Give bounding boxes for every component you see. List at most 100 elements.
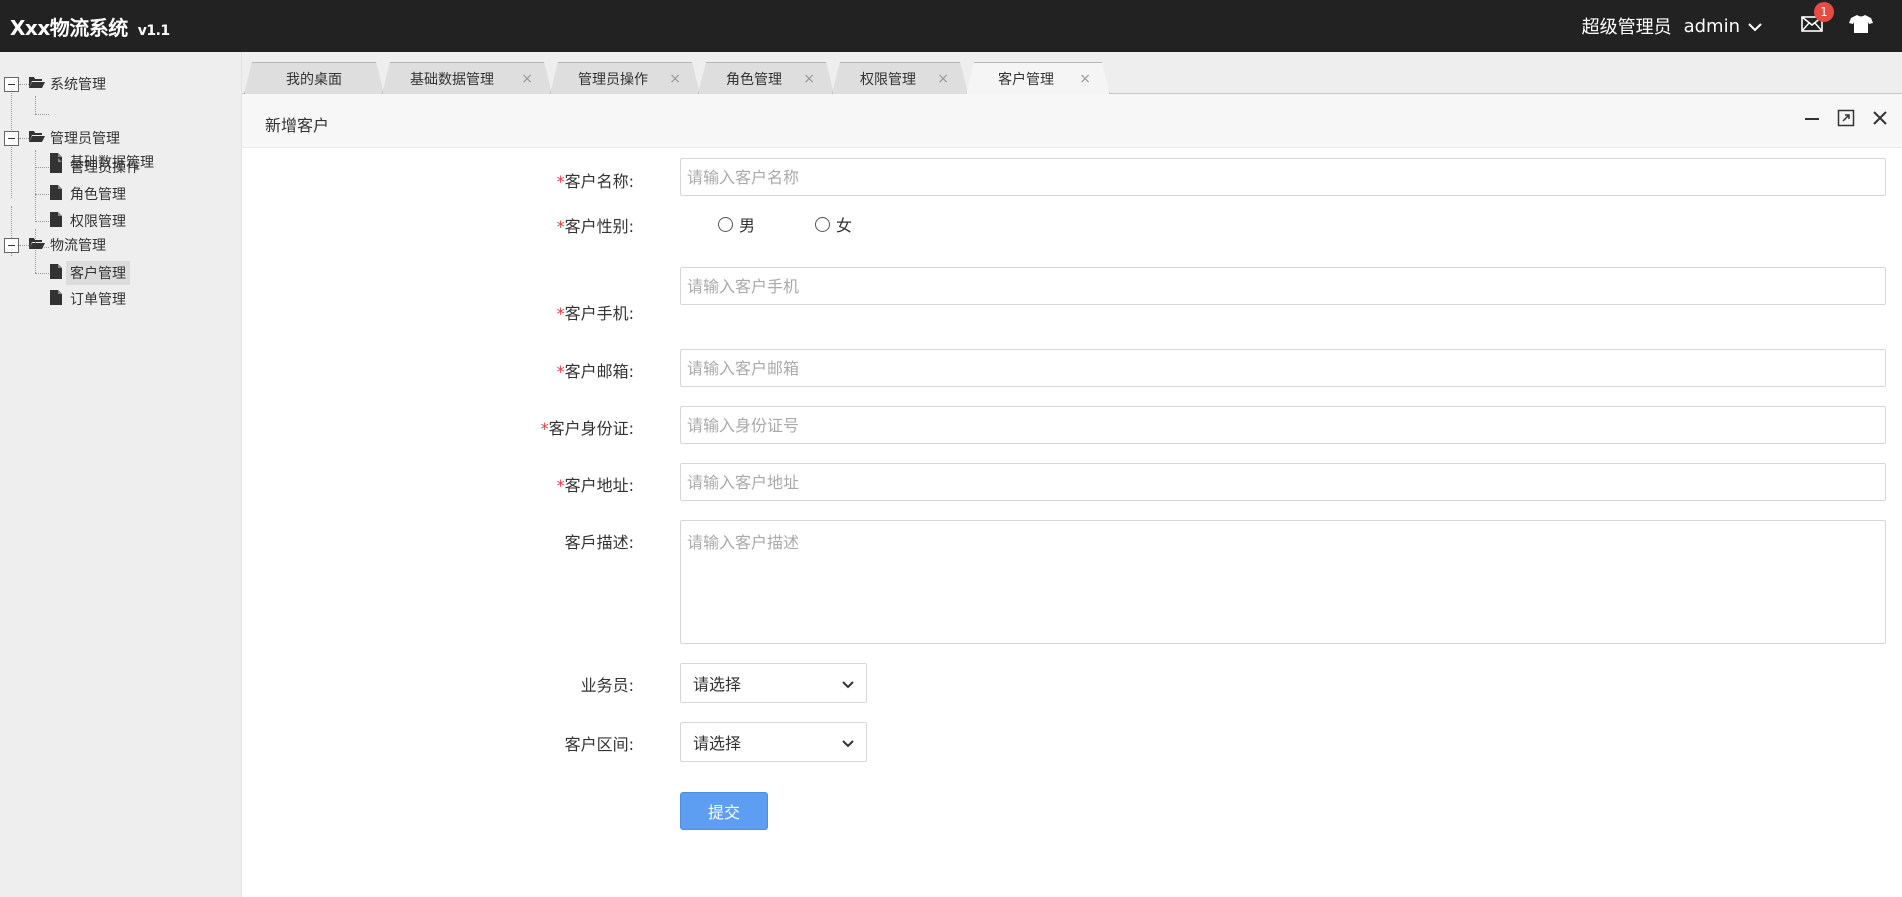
- radio-label: 男: [739, 216, 756, 235]
- folder-open-icon: [28, 129, 46, 147]
- form-row-id-card: *客户身份证:: [242, 406, 1902, 455]
- tree-line: [35, 221, 49, 222]
- tree-line: [35, 150, 36, 222]
- select-value: 请选择: [693, 675, 742, 694]
- tshirt-icon: [1849, 14, 1873, 38]
- gender-option-female[interactable]: 女: [815, 212, 852, 236]
- customer-id-card-input[interactable]: [680, 406, 1886, 444]
- tree-group-label: 管理员管理: [50, 131, 120, 147]
- required-mark: *: [556, 304, 565, 323]
- tree-line: [35, 167, 49, 168]
- tab-label: 基础数据管理: [410, 71, 494, 88]
- form-row-name: *客户名称:: [242, 158, 1902, 198]
- tree-group-label: 物流管理: [50, 238, 106, 254]
- minimize-icon: [1803, 109, 1821, 131]
- customer-description-textarea[interactable]: [680, 520, 1886, 644]
- name-label: *客户名称:: [557, 168, 634, 192]
- folder-open-icon: [28, 236, 46, 254]
- form-row-submit: 提交: [242, 792, 1902, 832]
- sidebar-item-permissions[interactable]: 权限管理: [50, 210, 130, 232]
- tree-group-admin[interactable]: 管理员管理: [4, 127, 124, 149]
- tab-label: 角色管理: [726, 71, 782, 88]
- collapse-icon[interactable]: [4, 237, 19, 253]
- id-card-label: *客户身份证:: [541, 415, 634, 439]
- tree-line: [35, 194, 49, 195]
- tree-group-label: 系统管理: [50, 77, 106, 93]
- user-role: 超级管理员: [1581, 17, 1672, 38]
- minimize-button[interactable]: [1802, 110, 1822, 130]
- tab-basic-data[interactable]: 基础数据管理 ×: [382, 62, 552, 94]
- form-row-email: *客户邮箱:: [242, 349, 1902, 398]
- collapse-icon[interactable]: [4, 130, 19, 146]
- salesman-select[interactable]: 请选择: [680, 663, 867, 703]
- user-menu[interactable]: admin: [1684, 16, 1762, 37]
- select-value: 请选择: [693, 734, 742, 753]
- required-mark: *: [540, 419, 549, 438]
- form-row-address: *客户地址:: [242, 463, 1902, 512]
- tree-group-system[interactable]: 系统管理: [4, 73, 110, 95]
- collapse-icon[interactable]: [4, 76, 19, 92]
- sidebar-item-label: 订单管理: [70, 292, 126, 308]
- tab-desktop[interactable]: 我的桌面: [244, 62, 384, 94]
- form-row-description: 客戶描述:: [242, 520, 1902, 659]
- description-label: 客戶描述:: [564, 533, 634, 552]
- label-text: 客户性别:: [564, 217, 634, 236]
- skin-button[interactable]: [1848, 14, 1874, 38]
- customer-address-input[interactable]: [680, 463, 1886, 501]
- submit-button[interactable]: 提交: [680, 792, 768, 830]
- radio-circle-icon[interactable]: [718, 216, 733, 232]
- region-select[interactable]: 请选择: [680, 722, 867, 762]
- sidebar-item-customers[interactable]: 客户管理: [50, 261, 130, 285]
- gender-label: *客户性别:: [557, 213, 634, 237]
- add-customer-form: *客户名称: *客户性别: 男 女 *客户手机: *客户邮箱: *客户身份证:: [242, 148, 1902, 897]
- panel-header: 新增客户: [242, 94, 1902, 148]
- label-text: 客户地址:: [564, 476, 634, 495]
- close-icon[interactable]: ×: [803, 71, 815, 87]
- customer-phone-input[interactable]: [680, 267, 1886, 305]
- close-icon[interactable]: ×: [521, 71, 533, 87]
- customer-name-input[interactable]: [680, 158, 1886, 196]
- chevron-down-icon: [842, 733, 854, 752]
- mail-button[interactable]: 1: [1800, 2, 1834, 38]
- sidebar-item-roles[interactable]: 角色管理: [50, 183, 130, 205]
- chevron-down-icon: [842, 674, 854, 693]
- page-title: 新增客户: [265, 116, 330, 135]
- window-controls: [1802, 109, 1890, 131]
- required-mark: *: [556, 476, 565, 495]
- close-button[interactable]: [1870, 110, 1890, 130]
- tree-group-logistics[interactable]: 物流管理: [4, 234, 110, 256]
- form-row-region: 客户区间: 请选择: [242, 722, 1902, 771]
- phone-label: *客户手机:: [557, 300, 634, 324]
- app-logo[interactable]: Xxx物流系统 v1.1: [10, 12, 170, 41]
- gender-radio-group: 男 女: [718, 212, 912, 236]
- tab-permissions[interactable]: 权限管理 ×: [832, 62, 968, 94]
- tab-label: 管理员操作: [578, 71, 648, 88]
- required-mark: *: [556, 217, 565, 236]
- required-mark: *: [556, 172, 565, 191]
- label-text: 客户名称:: [564, 172, 634, 191]
- file-icon: [50, 263, 62, 283]
- close-icon[interactable]: ×: [1079, 71, 1091, 87]
- sidebar: 系统管理 基础数据管理 管理员管理 管理员操作 角色管理 权限管理 物流管理 客…: [0, 52, 242, 897]
- radio-circle-icon[interactable]: [815, 216, 831, 232]
- sidebar-item-label: 管理员操作: [70, 160, 140, 176]
- customer-email-input[interactable]: [680, 349, 1886, 387]
- sidebar-item-admin-ops[interactable]: 管理员操作: [50, 156, 144, 178]
- radio-label: 女: [836, 216, 853, 235]
- tab-customers[interactable]: 客户管理 ×: [966, 62, 1110, 95]
- sidebar-item-orders[interactable]: 订单管理: [50, 288, 130, 310]
- maximize-button[interactable]: [1836, 109, 1856, 131]
- close-icon[interactable]: ×: [937, 71, 949, 87]
- maximize-icon: [1837, 109, 1855, 131]
- close-icon[interactable]: ×: [669, 71, 681, 87]
- tab-roles[interactable]: 角色管理 ×: [698, 62, 834, 94]
- label-text: 客户邮箱:: [564, 362, 634, 381]
- app-version: v1.1: [137, 23, 170, 39]
- mail-count-badge: 1: [1814, 2, 1834, 22]
- tree-line: [35, 96, 36, 114]
- form-row-phone: *客户手机:: [242, 267, 1902, 340]
- gender-option-male[interactable]: 男: [718, 212, 755, 236]
- tab-bar: 我的桌面 基础数据管理 × 管理员操作 × 角色管理 × 权限管理 × 客户管理…: [242, 52, 1902, 94]
- app-name: Xxx物流系统: [10, 16, 128, 40]
- tab-admin-ops[interactable]: 管理员操作 ×: [550, 62, 700, 94]
